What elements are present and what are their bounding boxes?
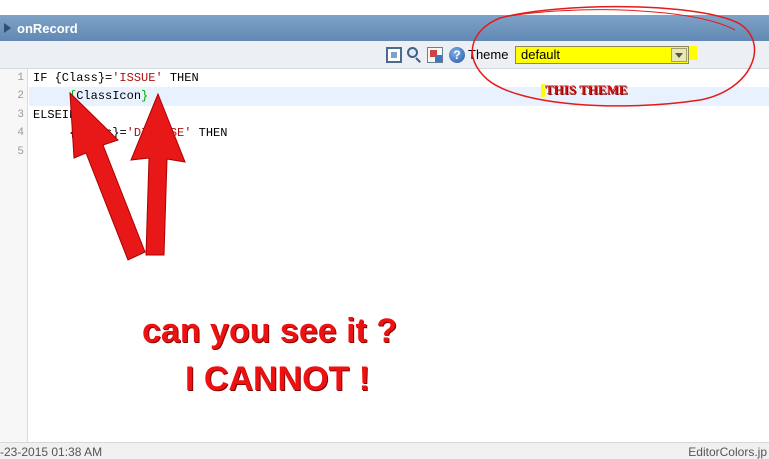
collapse-arrow-icon[interactable] [4, 23, 11, 33]
theme-select[interactable]: default [515, 46, 689, 64]
annotation-theme-note: THIS THEME [545, 82, 628, 97]
help-icon[interactable]: ? [449, 47, 465, 63]
code-line-1[interactable]: IF {Class}='ISSUE' THEN [33, 69, 199, 87]
line-number: 2 [17, 90, 24, 102]
code-line-4[interactable]: {Class}='DISEASE' THEN [33, 124, 227, 142]
line-number: 5 [17, 146, 24, 158]
code-line-2[interactable]: {ClassIcon} [33, 87, 148, 105]
line-number: 4 [17, 127, 24, 139]
theme-label: Theme [468, 47, 509, 62]
code-line-3[interactable]: ELSEIF [33, 106, 76, 124]
file-name: EditorColors.jp [688, 445, 767, 459]
line-number: 3 [17, 109, 24, 121]
annotation-cannot: I CANNOT ! [185, 360, 371, 398]
panel-title: onRecord [17, 20, 78, 36]
fullscreen-icon[interactable] [386, 47, 402, 63]
status-bar: -23-2015 01:38 AM EditorColors.jp [0, 442, 769, 459]
line-number-gutter: 1 2 3 4 5 [0, 69, 28, 442]
search-icon[interactable] [406, 47, 422, 63]
timestamp: -23-2015 01:38 AM [0, 445, 103, 459]
highlighter-mark [689, 46, 697, 60]
code-editor[interactable]: 1 2 3 4 5 IF {Class}='ISSUE' THEN {Class… [0, 69, 769, 442]
line-number: 1 [17, 72, 24, 84]
replace-icon[interactable] [427, 47, 443, 63]
chevron-down-icon[interactable] [671, 48, 687, 62]
editor-toolbar: ? Theme default [0, 41, 769, 69]
panel-title-bar[interactable]: onRecord [0, 15, 769, 41]
annotation-question: can you see it ? [142, 312, 398, 350]
theme-select-value: default [521, 47, 561, 62]
